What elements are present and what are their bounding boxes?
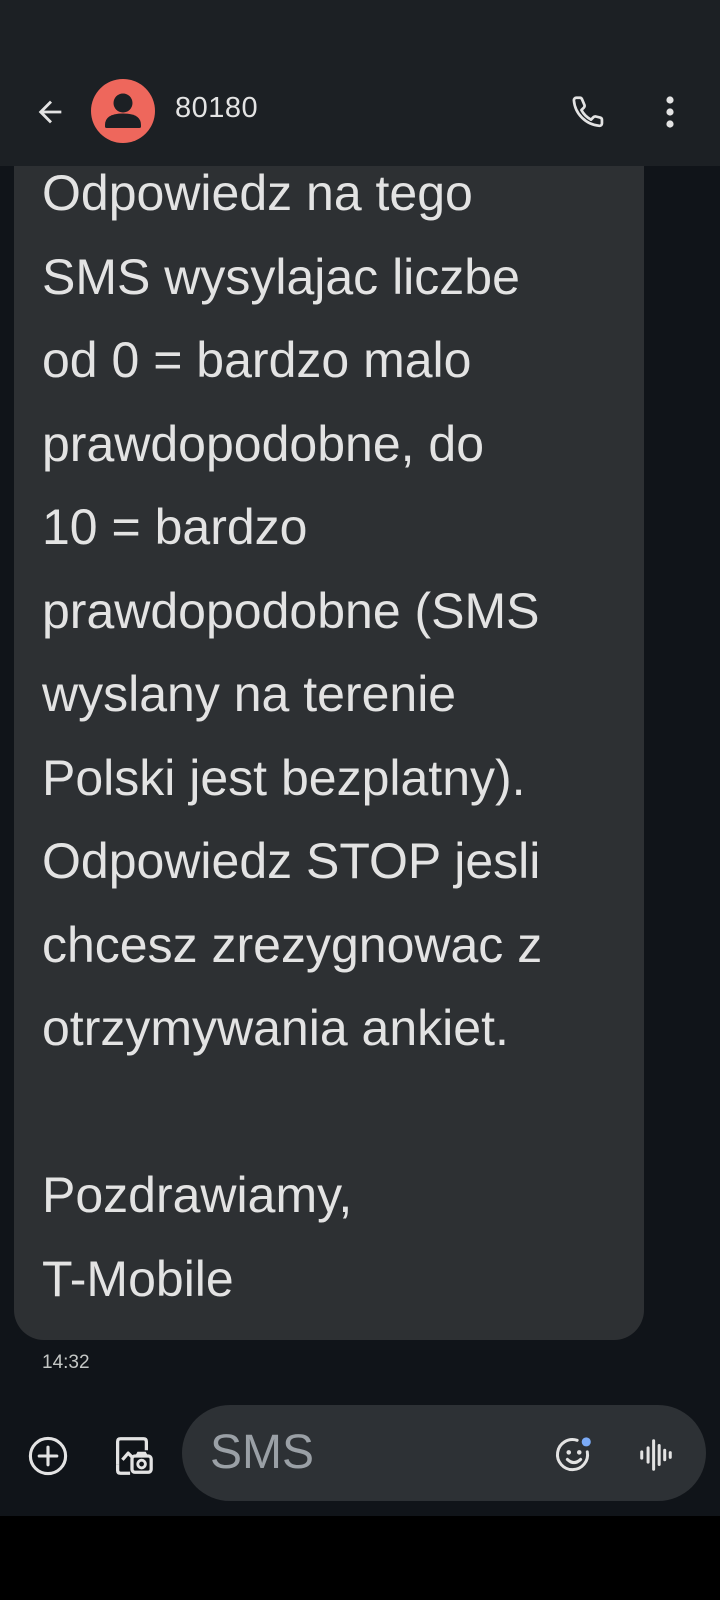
avatar[interactable] [91,79,155,143]
status-bar [0,0,720,58]
message-input[interactable]: SMS [182,1405,706,1501]
phone-icon [572,96,604,128]
more-vert-icon [666,96,674,128]
message-text: Odpowiedz na tego SMS wysylajac liczbe o… [42,166,543,1307]
more-options-button[interactable] [644,84,696,140]
back-button[interactable] [24,86,76,138]
gallery-icon [115,1437,153,1475]
emoji-icon [555,1437,591,1472]
call-button[interactable] [560,84,616,140]
message-bubble[interactable]: Odpowiedz na tego SMS wysylajac liczbe o… [14,166,644,1340]
voice-message-button[interactable] [632,1431,680,1479]
gallery-button[interactable] [106,1430,158,1482]
message-timestamp: 14:32 [42,1352,90,1373]
message-input-placeholder: SMS [210,1426,315,1479]
emoji-button[interactable] [550,1431,598,1479]
composer-bar: SMS [0,1396,720,1516]
app-bar: 80180 [0,58,720,166]
add-circle-icon [28,1436,68,1476]
navigation-bar [0,1516,720,1600]
conversation-area[interactable]: Odpowiedz na tego SMS wysylajac liczbe o… [0,166,720,1396]
contact-name[interactable]: 80180 [175,92,258,125]
add-attachment-button[interactable] [22,1430,74,1482]
voice-waveform-icon [640,1439,672,1471]
person-icon [105,93,141,128]
arrow-back-icon [38,100,62,124]
